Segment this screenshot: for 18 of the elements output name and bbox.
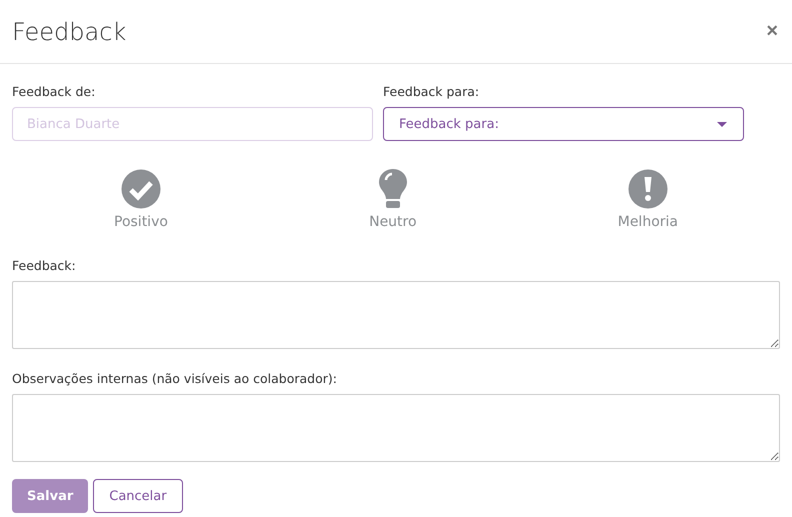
check-circle-icon <box>120 169 161 209</box>
field-label: Feedback para: <box>383 84 480 99</box>
feedback-type-option[interactable]: Neutro <box>369 166 417 230</box>
field-label: Feedback: <box>12 258 77 273</box>
exclamation-circle-icon <box>628 169 668 209</box>
dropdown[interactable]: Feedback para: <box>383 107 744 141</box>
input-field[interactable]: Bianca Duarte <box>12 107 373 141</box>
close-button[interactable]: × <box>764 20 780 43</box>
field-label: Feedback de: <box>12 84 96 99</box>
feedback-textarea[interactable] <box>12 281 780 349</box>
feedback-type-option[interactable]: Positivo <box>114 166 168 230</box>
lightbulb-icon <box>378 168 408 209</box>
cancel-button[interactable]: Cancelar <box>93 479 183 513</box>
notes-textarea[interactable] <box>12 394 780 462</box>
feedback-type-option[interactable]: Melhoria <box>618 166 678 230</box>
field-label: Observações internas (não visíveis ao colaborador): <box>12 371 338 386</box>
caret-icon <box>717 122 727 126</box>
dialog-title: Feedback <box>12 18 126 46</box>
